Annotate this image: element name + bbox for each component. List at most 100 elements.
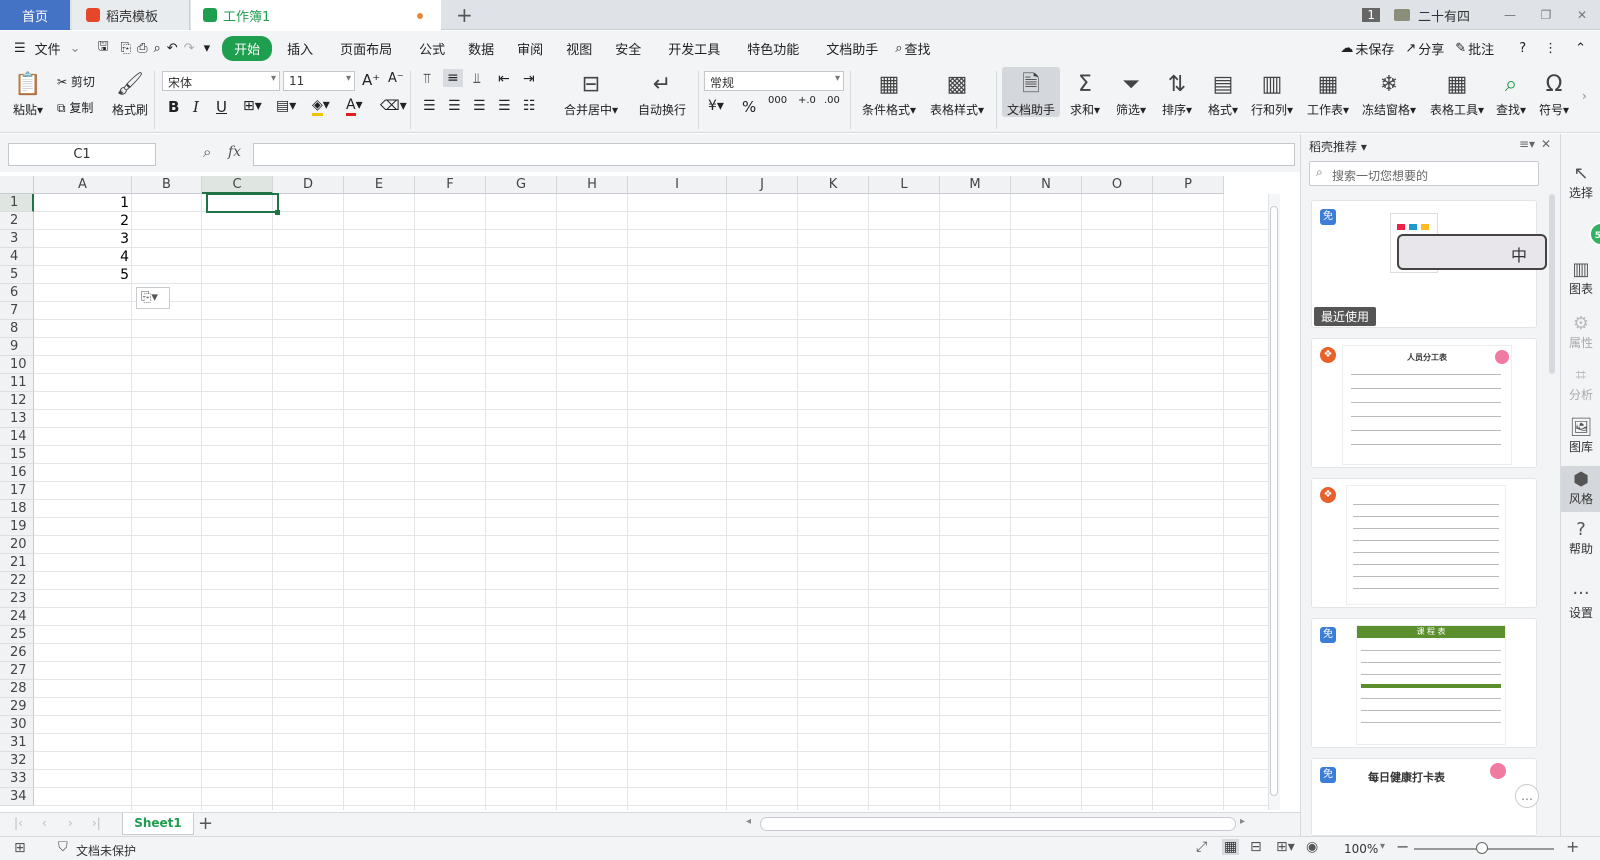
- row-header[interactable]: 13: [0, 410, 34, 428]
- zoom-in-icon[interactable]: +: [1566, 837, 1579, 856]
- indent-increase-icon[interactable]: ⇥: [523, 71, 535, 87]
- menu-file[interactable]: 文件: [35, 39, 70, 58]
- percent-icon[interactable]: %: [742, 98, 756, 116]
- column-header[interactable]: I: [628, 176, 727, 194]
- zoom-out-icon[interactable]: −: [1396, 837, 1409, 856]
- search-icon[interactable]: ⌕: [887, 41, 902, 56]
- font-color-icon[interactable]: A▾: [346, 97, 363, 116]
- preview-icon[interactable]: ⌕: [150, 41, 163, 56]
- select-all-corner[interactable]: [0, 176, 34, 194]
- tab-template[interactable]: 稻壳模板: [72, 0, 190, 30]
- row-header[interactable]: 28: [0, 680, 34, 698]
- sheet-nav-next-icon[interactable]: ›: [68, 816, 73, 830]
- share-button[interactable]: 分享: [1418, 39, 1453, 58]
- avatar[interactable]: [1393, 9, 1410, 21]
- panel-menu-icon[interactable]: ≡▾: [1519, 137, 1535, 151]
- template-card-5[interactable]: 免 每日健康打卡表: [1311, 758, 1537, 836]
- panel-title[interactable]: 稻壳推荐 ▾: [1309, 138, 1367, 155]
- column-header[interactable]: P: [1153, 176, 1224, 194]
- row-header[interactable]: 23: [0, 590, 34, 608]
- align-right-icon[interactable]: ☰: [473, 98, 486, 114]
- row-header[interactable]: 34: [0, 788, 34, 806]
- number-format-select[interactable]: 常规: [704, 71, 844, 91]
- cell-value[interactable]: 2: [36, 212, 132, 230]
- clear-icon[interactable]: ⌫▾: [380, 98, 407, 114]
- scroll-left-icon[interactable]: ◂: [746, 816, 751, 827]
- indent-decrease-icon[interactable]: ⇤: [498, 71, 510, 87]
- row-header[interactable]: 25: [0, 626, 34, 644]
- font-size-select[interactable]: 11: [283, 71, 355, 91]
- fullscreen-icon[interactable]: ⤢: [1196, 839, 1207, 855]
- align-bottom-icon[interactable]: ⫫: [473, 71, 481, 87]
- cloud-icon[interactable]: ☁: [1338, 41, 1355, 56]
- sheet-nav-first-icon[interactable]: |‹: [14, 816, 23, 830]
- comment-button[interactable]: 批注: [1468, 39, 1503, 58]
- macro-icon[interactable]: ⊞: [14, 840, 26, 856]
- row-header[interactable]: 1: [0, 194, 34, 212]
- underline-icon[interactable]: U: [216, 98, 227, 116]
- row-header[interactable]: 11: [0, 374, 34, 392]
- minimize-icon[interactable]: —: [1492, 8, 1528, 22]
- help-icon[interactable]: ?: [1503, 41, 1535, 56]
- row-header[interactable]: 31: [0, 734, 34, 752]
- column-header[interactable]: M: [940, 176, 1011, 194]
- menu-special[interactable]: 特色功能: [729, 39, 808, 58]
- ime-indicator[interactable]: 中: [1397, 234, 1547, 270]
- template-card-4[interactable]: 免 课 程 表: [1311, 618, 1537, 748]
- column-header[interactable]: H: [557, 176, 628, 194]
- row-header[interactable]: 26: [0, 644, 34, 662]
- sheet-tab-sheet1[interactable]: Sheet1: [122, 813, 194, 835]
- zoom-slider-thumb[interactable]: [1476, 842, 1488, 854]
- row-header[interactable]: 30: [0, 716, 34, 734]
- column-header[interactable]: N: [1011, 176, 1082, 194]
- cell-value[interactable]: 5: [36, 266, 132, 284]
- row-header[interactable]: 9: [0, 338, 34, 356]
- row-header[interactable]: 19: [0, 518, 34, 536]
- template-card-2[interactable]: ❖ 人员分工表: [1311, 338, 1537, 468]
- conditional-format-button[interactable]: ▦ 条件格式▾: [856, 69, 922, 118]
- panel-scrollbar[interactable]: [1549, 194, 1555, 374]
- spreadsheet-grid[interactable]: ABCDEFGHIJKLMNOP 1 2 3 4 5 6 7 8 9 10 11 12 13 14 15 16…: [0, 176, 1280, 810]
- fill-color-icon[interactable]: ◈▾: [312, 97, 330, 116]
- bold-icon[interactable]: B: [168, 98, 179, 116]
- restore-icon[interactable]: ❐: [1528, 8, 1564, 22]
- row-header[interactable]: 33: [0, 770, 34, 788]
- menu-search[interactable]: 查找: [903, 39, 940, 58]
- column-header[interactable]: F: [415, 176, 486, 194]
- page-layout-view-icon[interactable]: ⊞▾: [1276, 839, 1295, 855]
- menu-home[interactable]: 开始: [222, 35, 273, 61]
- rows-cols-button[interactable]: ▥ 行和列▾: [1246, 69, 1298, 118]
- row-header[interactable]: 27: [0, 662, 34, 680]
- table-style-button[interactable]: ▩ 表格样式▾: [924, 69, 990, 118]
- menu-data[interactable]: 数据: [454, 39, 503, 58]
- tab-home[interactable]: 首页: [0, 0, 70, 30]
- menu-review[interactable]: 审阅: [503, 39, 552, 58]
- align-middle-icon[interactable]: ≡: [443, 69, 463, 87]
- row-header[interactable]: 8: [0, 320, 34, 338]
- menu-developer[interactable]: 开发工具: [650, 39, 729, 58]
- column-header[interactable]: E: [344, 176, 415, 194]
- row-header[interactable]: 15: [0, 446, 34, 464]
- panel-close-icon[interactable]: ✕: [1541, 137, 1551, 151]
- cell-value[interactable]: 3: [36, 230, 132, 248]
- user-name[interactable]: 二十有四: [1418, 6, 1470, 25]
- sheet-nav-last-icon[interactable]: ›|: [92, 816, 101, 830]
- chart-tool-button[interactable]: ▥ 图表: [1561, 260, 1600, 297]
- filter-button[interactable]: ⏷ 筛选▾: [1108, 69, 1154, 118]
- more-icon[interactable]: ⋮: [1535, 41, 1566, 56]
- column-header[interactable]: G: [486, 176, 557, 194]
- column-header[interactable]: L: [869, 176, 940, 194]
- menu-security[interactable]: 安全: [601, 39, 650, 58]
- align-top-icon[interactable]: ⫪: [423, 71, 431, 87]
- format-painter-button[interactable]: 🖌 格式刷: [100, 69, 160, 118]
- page-badge[interactable]: 1: [1362, 8, 1380, 22]
- italic-icon[interactable]: I: [193, 98, 199, 116]
- paste-options-button[interactable]: ⎘▾: [136, 287, 170, 309]
- row-header[interactable]: 17: [0, 482, 34, 500]
- increase-decimal-icon[interactable]: +.0: [798, 95, 816, 106]
- print-icon[interactable]: ⎙: [134, 41, 150, 56]
- shrink-font-icon[interactable]: A⁻: [388, 71, 404, 86]
- panel-search-field[interactable]: ⌕ 搜索一切您想要的: [1309, 161, 1539, 186]
- row-header[interactable]: 7: [0, 302, 34, 320]
- fill-handle[interactable]: [275, 210, 280, 215]
